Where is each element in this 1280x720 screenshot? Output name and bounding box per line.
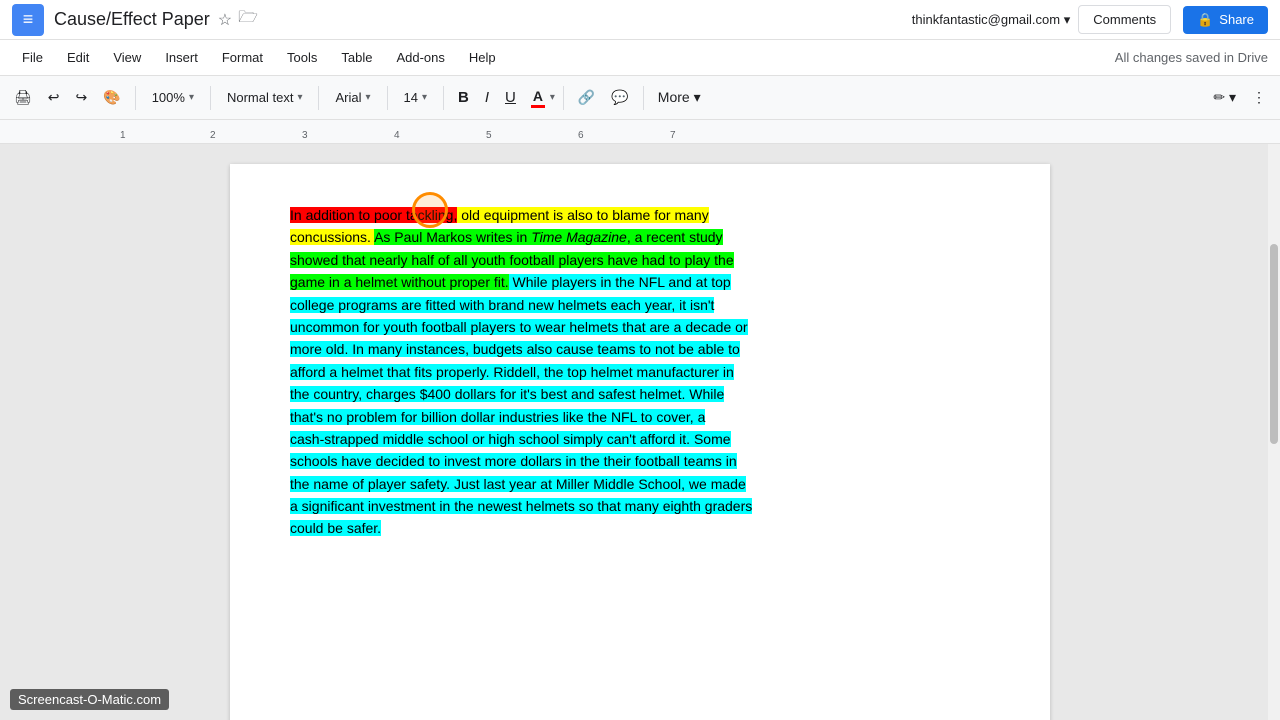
highlight-green-2: showed that nearly half of all youth foo…: [290, 252, 734, 268]
bold-button[interactable]: B: [452, 85, 475, 110]
lock-icon: 🔒: [1197, 12, 1213, 28]
highlight-cyan-12: could be safer.: [290, 520, 381, 536]
comment-button[interactable]: 💬: [605, 85, 634, 110]
highlight-cyan-6: the country, charges $400 dollars for it…: [290, 386, 724, 402]
highlight-cyan-2: college programs are fitted with brand n…: [290, 297, 714, 313]
ruler: 1 2 3 4 5 6 7: [0, 120, 1280, 144]
watermark: Screencast-O-Matic.com: [10, 689, 169, 710]
document-area: In addition to poor tackling, old equipm…: [0, 144, 1280, 720]
font-value: Arial: [335, 90, 361, 105]
separator-2: [210, 86, 211, 110]
more-button[interactable]: More ▾: [652, 85, 707, 110]
highlight-green-3: game in a helmet without proper fit.: [290, 274, 509, 290]
share-button[interactable]: 🔒 Share: [1183, 6, 1268, 34]
separator-1: [135, 86, 136, 110]
menu-table[interactable]: Table: [331, 46, 382, 69]
separator-7: [643, 86, 644, 110]
size-value: 14: [404, 90, 418, 105]
font-select[interactable]: Arial ▾: [327, 86, 378, 109]
menu-format[interactable]: Format: [212, 46, 273, 69]
highlight-green-1: As Paul Markos writes in Time Magazine, …: [374, 229, 722, 245]
user-email[interactable]: thinkfantastic@gmail.com ▾: [912, 12, 1070, 28]
ruler-mark-4: 4: [394, 130, 400, 141]
ruler-mark-2: 2: [210, 130, 216, 141]
comments-button[interactable]: Comments: [1078, 5, 1171, 34]
title-bar: ≡ Cause/Effect Paper ☆ 🗁 thinkfantastic@…: [0, 0, 1280, 40]
menu-insert[interactable]: Insert: [155, 46, 208, 69]
pen-button[interactable]: ✏ ▾: [1207, 85, 1242, 110]
size-select[interactable]: 14 ▾: [396, 86, 436, 109]
menu-edit[interactable]: Edit: [57, 46, 99, 69]
star-icon[interactable]: ☆: [218, 10, 232, 30]
highlight-cyan-3: uncommon for youth football players to w…: [290, 319, 748, 335]
ruler-mark-5: 5: [486, 130, 492, 141]
zoom-select[interactable]: 100% ▾: [144, 86, 202, 109]
document-page: In addition to poor tackling, old equipm…: [230, 164, 1050, 720]
separator-6: [563, 86, 564, 110]
font-color-indicator: [531, 105, 545, 108]
highlight-cyan-4: more old. In many instances, budgets als…: [290, 341, 740, 357]
ruler-mark-3: 3: [302, 130, 308, 141]
share-label: Share: [1219, 12, 1254, 27]
separator-4: [387, 86, 388, 110]
font-color-letter: A: [533, 88, 543, 104]
highlight-red: In addition to poor tackling,: [290, 207, 457, 223]
highlight-cyan-5: afford a helmet that fits properly. Ridd…: [290, 364, 734, 380]
separator-5: [443, 86, 444, 110]
underline-button[interactable]: U: [499, 85, 522, 110]
collapse-toolbar-button[interactable]: ⋮: [1246, 85, 1272, 110]
zoom-value: 100%: [152, 90, 185, 105]
app-icon-symbol: ≡: [23, 9, 34, 30]
menu-view[interactable]: View: [103, 46, 151, 69]
saved-in-drive: All changes saved in Drive: [1115, 50, 1268, 65]
print-button[interactable]: 🖨: [8, 85, 38, 110]
toolbar-right: ✏ ▾ ⋮: [1207, 85, 1272, 110]
menu-help[interactable]: Help: [459, 46, 506, 69]
highlight-cyan-10: the name of player safety. Just last yea…: [290, 476, 746, 492]
document-content[interactable]: In addition to poor tackling, old equipm…: [290, 204, 990, 540]
highlight-yellow-1: old equipment is also to blame for many: [457, 207, 708, 223]
folder-icon[interactable]: 🗁: [238, 6, 258, 33]
scrollbar[interactable]: [1268, 144, 1280, 720]
size-arrow: ▾: [422, 92, 427, 103]
menu-bar: File Edit View Insert Format Tools Table…: [0, 40, 1280, 76]
more-label: More ▾: [658, 89, 701, 106]
highlight-cyan-9: schools have decided to invest more doll…: [290, 453, 737, 469]
highlight-cyan-8: cash-strapped middle school or high scho…: [290, 431, 731, 447]
ruler-content: 1 2 3 4 5 6 7: [120, 120, 1160, 143]
highlight-cyan-7: that's no problem for billion dollar ind…: [290, 409, 705, 425]
redo-button[interactable]: ↪: [70, 85, 94, 110]
scrollbar-thumb[interactable]: [1270, 244, 1278, 444]
menu-tools[interactable]: Tools: [277, 46, 327, 69]
style-select[interactable]: Normal text ▾: [219, 86, 311, 109]
document-title: Cause/Effect Paper: [54, 9, 210, 30]
menu-addons[interactable]: Add-ons: [386, 46, 454, 69]
ruler-mark-1: 1: [120, 130, 126, 141]
italic-button[interactable]: I: [479, 85, 495, 110]
app-icon: ≡: [12, 4, 44, 36]
highlight-yellow-2: concussions.: [290, 229, 374, 245]
menu-file[interactable]: File: [12, 46, 53, 69]
ruler-mark-6: 6: [578, 130, 584, 141]
link-button[interactable]: 🔗: [572, 85, 601, 110]
ruler-mark-7: 7: [670, 130, 676, 141]
highlight-cyan-11: a significant investment in the newest h…: [290, 498, 752, 514]
zoom-arrow: ▾: [189, 92, 194, 103]
style-value: Normal text: [227, 90, 293, 105]
font-color-arrow[interactable]: ▾: [550, 92, 555, 103]
separator-3: [318, 86, 319, 110]
font-arrow: ▾: [365, 92, 370, 103]
toolbar: 🖨 ↩ ↪ 🎨 100% ▾ Normal text ▾ Arial ▾ 14 …: [0, 76, 1280, 120]
highlight-cyan-1: While players in the NFL and at top: [509, 274, 731, 290]
undo-button[interactable]: ↩: [42, 85, 66, 110]
paint-format-button[interactable]: 🎨: [97, 85, 126, 110]
font-color-button[interactable]: A: [526, 85, 550, 111]
style-arrow: ▾: [297, 92, 302, 103]
